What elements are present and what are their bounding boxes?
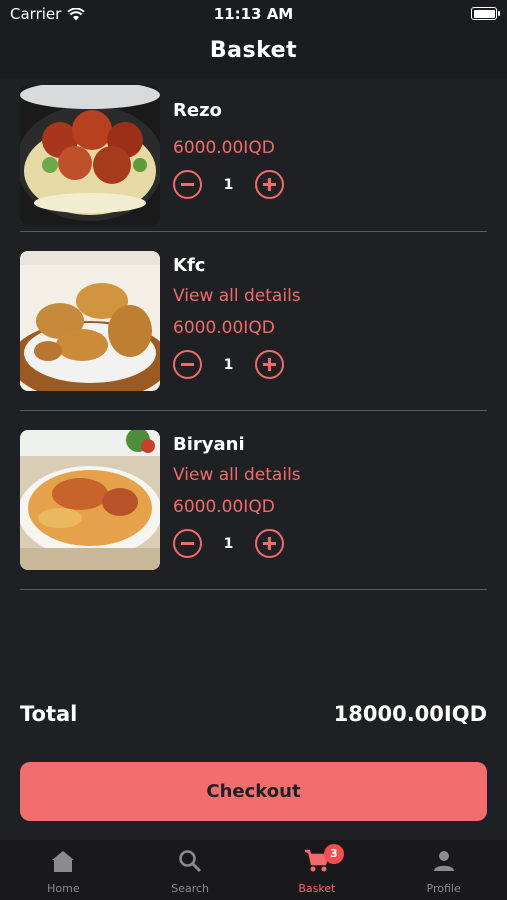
tab-label: Search — [171, 882, 210, 895]
status-bar: Carrier 11:13 AM — [0, 0, 507, 28]
item-price: 6000.00IQD — [173, 138, 275, 158]
quantity-stepper: 1 — [173, 529, 301, 558]
person-icon — [380, 848, 507, 882]
view-details-link[interactable]: View all details — [173, 465, 301, 485]
quantity-value: 1 — [223, 176, 234, 193]
checkout-button[interactable]: Checkout — [20, 762, 487, 821]
decrease-quantity-button[interactable] — [173, 529, 202, 558]
tab-search[interactable]: Search — [127, 840, 254, 900]
increase-quantity-button[interactable] — [255, 170, 284, 199]
clock: 11:13 AM — [213, 5, 294, 23]
food-image-rezo — [20, 85, 160, 225]
quantity-stepper: 1 — [173, 350, 301, 379]
quantity-stepper: 1 — [173, 170, 284, 199]
view-details-link[interactable]: View all details — [173, 286, 301, 306]
list-item: Kfc View all details 6000.00IQD 1 — [20, 232, 487, 411]
search-icon — [127, 848, 254, 882]
item-info: Kfc View all details 6000.00IQD 1 — [173, 255, 301, 379]
tab-profile[interactable]: Profile — [380, 840, 507, 900]
item-info: Rezo 6000.00IQD 1 — [173, 100, 284, 199]
item-name: Kfc — [173, 255, 206, 276]
cart-count-badge: 3 — [323, 844, 344, 864]
item-name: Rezo — [173, 100, 222, 121]
total-value: 18000.00IQD — [333, 702, 487, 726]
increase-quantity-button[interactable] — [255, 350, 284, 379]
tab-label: Basket — [298, 882, 336, 895]
item-info: Biryani View all details 6000.00IQD 1 — [173, 434, 301, 558]
increase-quantity-button[interactable] — [255, 529, 284, 558]
nav-bar: Basket — [0, 28, 507, 78]
food-image-kfc — [20, 251, 160, 391]
tab-label: Home — [47, 882, 80, 895]
decrease-quantity-button[interactable] — [173, 170, 202, 199]
quantity-value: 1 — [223, 535, 234, 552]
list-item: Rezo 6000.00IQD 1 — [20, 78, 487, 232]
page-title: Basket — [209, 38, 298, 63]
quantity-value: 1 — [223, 356, 234, 373]
total-label: Total — [20, 702, 78, 726]
list-item: Biryani View all details 6000.00IQD 1 — [20, 411, 487, 590]
item-price: 6000.00IQD — [173, 318, 275, 338]
food-image-biryani — [20, 430, 160, 570]
battery-icon — [471, 7, 500, 20]
tab-basket[interactable]: 3 Basket — [254, 840, 381, 900]
home-icon — [0, 848, 127, 882]
cart-icon — [254, 848, 381, 882]
decrease-quantity-button[interactable] — [173, 350, 202, 379]
total-row: Total 18000.00IQD — [20, 702, 487, 726]
basket-list: Rezo 6000.00IQD 1 Kfc View all details 6… — [20, 78, 487, 590]
item-price: 6000.00IQD — [173, 497, 275, 517]
tab-label: Profile — [426, 882, 461, 895]
tab-bar: Home Search 3 Basket Profile — [0, 840, 507, 900]
tab-home[interactable]: Home — [0, 840, 127, 900]
item-name: Biryani — [173, 434, 245, 455]
